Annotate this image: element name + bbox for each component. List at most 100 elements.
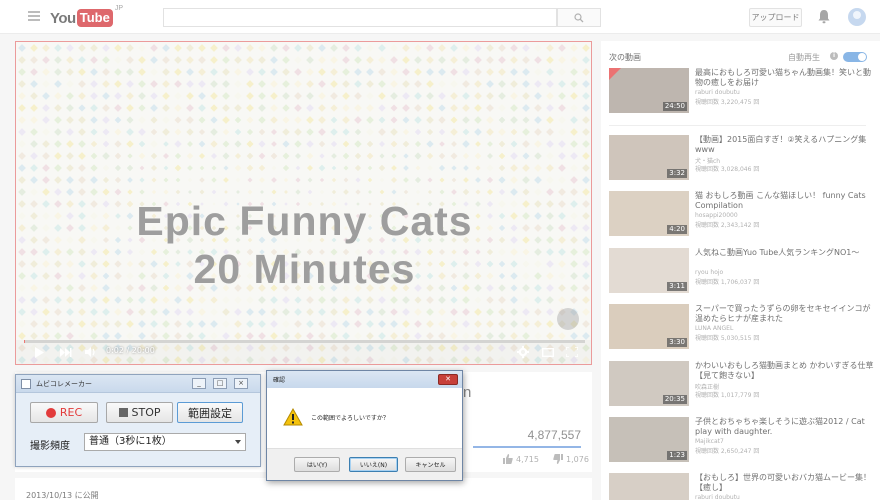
up-next-divider [609, 125, 866, 126]
recorder-window: ムビコレメーカー _ □ × REC STOP 範囲設定 撮影頻度 普通（3秒に… [15, 374, 261, 467]
app-icon [21, 379, 31, 389]
video-thumbnail[interactable]: 4:20 [609, 191, 689, 236]
fullscreen-icon[interactable] [565, 345, 579, 359]
autoplay-label: 自動再生 [788, 53, 820, 62]
dialog-body: この範囲でよろしいですか？ [267, 388, 462, 448]
search-input[interactable] [163, 8, 557, 27]
search-button[interactable] [557, 8, 601, 27]
notification-bell-icon[interactable] [817, 9, 831, 28]
autoplay-toggle[interactable] [843, 52, 867, 62]
confirm-dialog: 確認 ✕ この範囲でよろしいですか？ はい(Y) いいえ(N) キャンセル [266, 370, 463, 481]
up-next-label: 次の動画 [609, 53, 641, 62]
video-thumbnail[interactable]: 3:11 [609, 248, 689, 293]
duration-badge: 1:23 [667, 451, 687, 460]
recommendation-item[interactable]: 1:23 子供とおちゃちゃ楽しそうに遊ぶ猫2012 / Cat play with… [609, 417, 875, 467]
recommendation-item[interactable]: 【おもしろ】世界の可愛いおバカ猫ムービー集！【癒し】 raburi doubutu [609, 473, 875, 500]
description-panel: 2013/10/13 に公開 [15, 478, 592, 500]
window-close-button[interactable]: × [234, 378, 248, 389]
frequency-select[interactable]: 普通（3秒に1枚） [84, 433, 246, 451]
maximize-button[interactable]: □ [213, 378, 227, 389]
top-bar: You Tube JP アップロード [0, 0, 880, 34]
duration-badge: 3:30 [667, 338, 687, 347]
duration-badge: 3:32 [667, 169, 687, 178]
video-thumbnail[interactable]: 3:32 [609, 135, 689, 180]
view-count: 視聴回数 1,706,037 回 [695, 279, 760, 286]
recommendation-item[interactable]: 3:11 人気ねこ動画Yuo Tube人気ランキングNO1～ ryou hojo 視聴… [609, 248, 875, 298]
duration-badge: 20:35 [662, 395, 687, 404]
video-thumbnail[interactable]: 3:30 [609, 304, 689, 349]
recommendations-sidebar: 次の動画 自動再生 i 24:50 最高におもしろ可愛い猫ちゃん動画集！笑いと動物… [601, 41, 880, 500]
recommendation-item[interactable]: 20:35 かわいいおもしろ猫動画まとめ かわいすぎる仕草【見て飽きない】 吹森正樹… [609, 361, 875, 411]
dialog-close-button[interactable]: ✕ [438, 374, 458, 385]
recommendation-item[interactable]: 3:30 スーパーで買ったうずらの卵をセキセイインコが温めたらヒナが産まれた LUN… [609, 304, 875, 354]
volume-icon[interactable] [84, 345, 98, 359]
dialog-message: この範囲でよろしいですか？ [311, 415, 389, 422]
video-thumbnail[interactable]: 20:35 [609, 361, 689, 406]
theater-mode-icon[interactable] [541, 345, 555, 359]
youtube-logo[interactable]: You Tube JP [50, 5, 123, 28]
video-title-fragment-end: n [463, 384, 472, 401]
video-frame-title: Epic Funny Cats 20 Minutes [136, 198, 473, 292]
video-thumbnail[interactable]: 1:23 [609, 417, 689, 462]
progress-bar[interactable] [24, 340, 585, 343]
recorder-titlebar[interactable]: ムビコレメーカー _ □ × [16, 375, 260, 393]
cancel-button[interactable]: キャンセル [405, 457, 456, 472]
rec-button[interactable]: REC [30, 402, 98, 423]
dialog-titlebar[interactable]: 確認 ✕ [267, 371, 462, 388]
recommendation-item[interactable]: 4:20 猫 おもしろ動画 こんな猫ほしい！ funny Cats Compila… [609, 191, 875, 241]
recommendation-item[interactable]: 3:32 【動画】2015面白すぎ！②笑えるハプニング集 www 犬・猫ch 視聴回数… [609, 135, 875, 185]
video-player[interactable]: Epic Funny Cats 20 Minutes 0:02 / 20:00 [15, 41, 592, 365]
no-button[interactable]: いいえ(N) [349, 457, 398, 472]
recommendation-title[interactable]: 子供とおちゃちゃ楽しそうに遊ぶ猫2012 / Cat play with dau… [695, 417, 875, 437]
next-icon[interactable] [59, 345, 73, 359]
dislike-button[interactable]: 1,076 [553, 454, 589, 464]
recommendation-title[interactable]: 人気ねこ動画Yuo Tube人気ランキングNO1～ [695, 248, 875, 258]
upload-button[interactable]: アップロード [749, 8, 802, 27]
like-button[interactable]: 4,715 [503, 454, 539, 464]
channel-name: LUNA ANGEL [695, 325, 734, 332]
progress-played [24, 340, 25, 343]
settings-icon[interactable] [516, 345, 530, 359]
warning-icon [283, 407, 303, 430]
recorder-window-title: ムビコレメーカー [36, 380, 92, 388]
video-thumbnail[interactable] [609, 473, 689, 500]
minimize-button[interactable]: _ [192, 378, 206, 389]
view-count: 視聴回数 2,650,247 回 [695, 448, 760, 455]
view-count: 視聴回数 5,030,515 回 [695, 335, 760, 342]
recommendation-title[interactable]: 最高におもしろ可愛い猫ちゃん動画集！笑いと動物の癒しをお届け [695, 68, 875, 88]
video-thumbnail[interactable]: 24:50 [609, 68, 689, 113]
duration-badge: 4:20 [667, 225, 687, 234]
recommendation-title[interactable]: 【おもしろ】世界の可愛いおバカ猫ムービー集！【癒し】 [695, 473, 875, 493]
recommendation-title[interactable]: 猫 おもしろ動画 こんな猫ほしい！ funny Cats Compilation [695, 191, 875, 211]
chevron-down-icon [235, 440, 241, 444]
dialog-footer: はい(Y) いいえ(N) キャンセル [267, 448, 462, 480]
view-count: 視聴回数 1,017,779 回 [695, 392, 760, 399]
now-playing-badge [609, 68, 621, 80]
info-icon[interactable]: i [830, 52, 838, 60]
timecode: 0:02 / 20:00 [106, 346, 155, 355]
channel-name: raburi doubutu [695, 89, 740, 96]
recommendation-title[interactable]: かわいいおもしろ猫動画まとめ かわいすぎる仕草【見て飽きない】 [695, 361, 875, 381]
view-count: 視聴回数 3,028,046 回 [695, 166, 760, 173]
menu-icon[interactable] [28, 11, 40, 21]
thumbs-down-icon [553, 454, 563, 464]
published-date: 2013/10/13 に公開 [26, 491, 99, 500]
channel-name: ryou hojo [695, 269, 724, 276]
player-controls: 0:02 / 20:00 [16, 340, 591, 364]
stop-icon [118, 408, 128, 417]
avatar[interactable] [848, 8, 866, 26]
range-setting-button[interactable]: 範囲設定 [177, 402, 243, 423]
channel-name: raburi doubutu [695, 494, 740, 500]
play-icon[interactable] [32, 345, 46, 359]
recommendation-title[interactable]: スーパーで買ったうずらの卵をセキセイインコが温めたらヒナが産まれた [695, 304, 875, 324]
recommendation-item[interactable]: 24:50 最高におもしろ可愛い猫ちゃん動画集！笑いと動物の癒しをお届け rabur… [609, 68, 875, 118]
channel-name: hosappi20000 [695, 212, 738, 219]
channel-watermark[interactable] [557, 308, 579, 330]
duration-badge: 3:11 [667, 282, 687, 291]
view-count: 視聴回数 3,220,475 回 [695, 99, 760, 106]
thumbs-up-icon [503, 454, 513, 464]
stop-button[interactable]: STOP [106, 402, 173, 423]
yes-button[interactable]: はい(Y) [294, 457, 340, 472]
dialog-title: 確認 [273, 377, 286, 384]
recommendation-title[interactable]: 【動画】2015面白すぎ！②笑えるハプニング集 www [695, 135, 875, 155]
